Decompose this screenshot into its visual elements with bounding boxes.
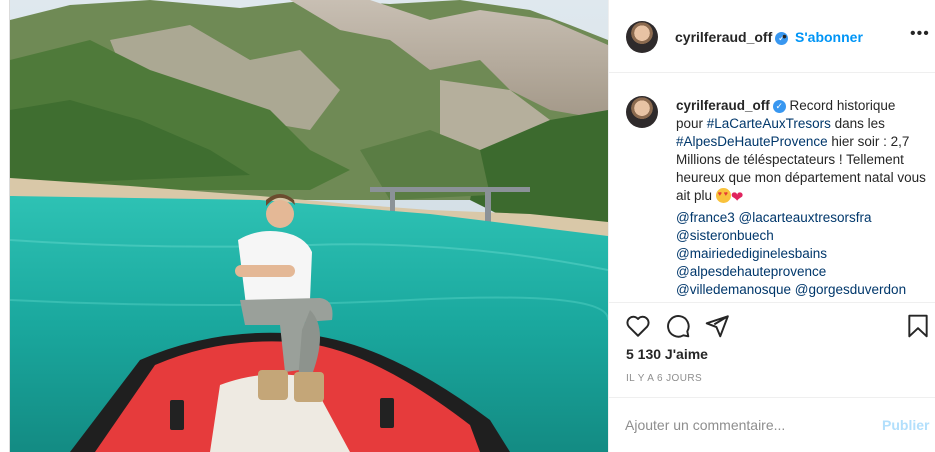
- avatar[interactable]: [626, 21, 658, 53]
- mention-link[interactable]: @mairiedediginelesbains: [676, 245, 926, 263]
- mention-link[interactable]: @alpesdehauteprovence: [676, 263, 926, 281]
- likes-count[interactable]: 5 130 J'aime: [626, 346, 708, 362]
- mention-link[interactable]: @villedemanosque: [676, 282, 791, 297]
- caption-area: cyrilferaud_off ✓ Record historique pour …: [609, 73, 935, 303]
- verified-icon: ✓: [772, 100, 786, 113]
- heart-icon[interactable]: [625, 313, 651, 339]
- publish-button[interactable]: Publier: [882, 417, 929, 433]
- caption-username[interactable]: cyrilferaud_off: [676, 98, 770, 113]
- mention-link[interactable]: @lacarteauxtresorsfra: [739, 210, 872, 225]
- mentions-list: @france3 @lacarteauxtresorsfra @sisteron…: [676, 209, 926, 299]
- comment-input[interactable]: [625, 415, 865, 435]
- post-timestamp[interactable]: IL Y A 6 JOURS: [626, 373, 702, 384]
- mention-link[interactable]: @sisteronbuech: [676, 227, 926, 245]
- follow-button[interactable]: S'abonner: [795, 29, 863, 45]
- lake-boat-photo: [10, 0, 608, 452]
- mention-link[interactable]: @gorgesduverdon: [795, 282, 906, 297]
- action-bar: [609, 303, 935, 349]
- heart-eyes-emoji-icon: [715, 188, 731, 203]
- username-text: cyrilferaud_off: [675, 29, 773, 45]
- separator-dot: •: [782, 28, 787, 44]
- username-link[interactable]: cyrilferaud_off ✓: [675, 29, 789, 45]
- post-sidebar: cyrilferaud_off ✓ • S'abonner ••• cyrilfe…: [608, 0, 935, 452]
- hashtag-link[interactable]: #LaCarteAuxTresors: [707, 116, 831, 131]
- post-photo[interactable]: [10, 0, 608, 452]
- bookmark-icon[interactable]: [905, 313, 931, 339]
- comment-icon[interactable]: [665, 313, 691, 339]
- caption-avatar[interactable]: [626, 96, 658, 128]
- mention-link[interactable]: @france3: [676, 210, 735, 225]
- more-options-icon[interactable]: •••: [910, 25, 930, 43]
- share-icon[interactable]: [704, 313, 730, 339]
- heart-emoji-icon: ❤: [730, 189, 744, 206]
- caption-text-2: dans les: [830, 116, 885, 131]
- caption-text: cyrilferaud_off ✓ Record historique pour …: [676, 97, 926, 299]
- hashtag-link[interactable]: #AlpesDeHauteProvence: [676, 134, 828, 149]
- post-header: cyrilferaud_off ✓ • S'abonner •••: [609, 0, 935, 73]
- comment-bar: Publier: [609, 397, 935, 452]
